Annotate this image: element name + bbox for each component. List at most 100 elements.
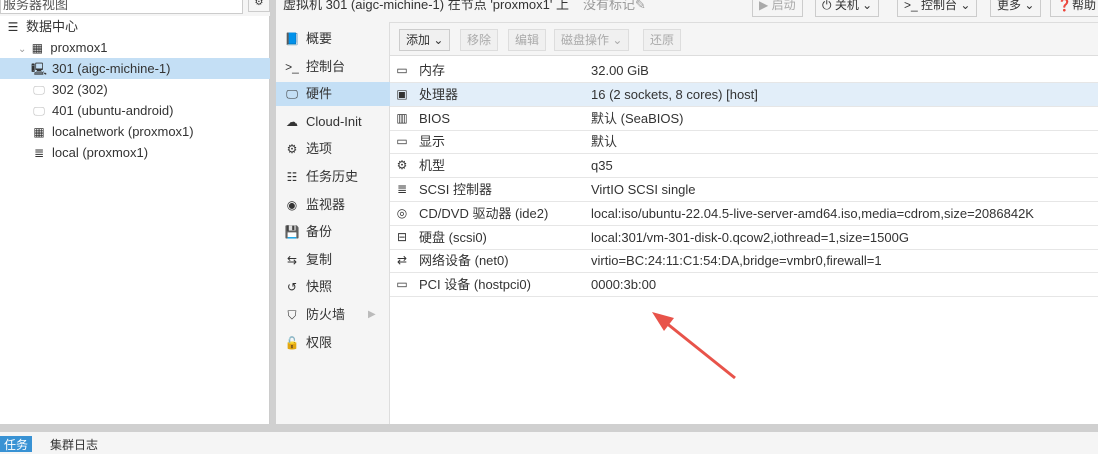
submenu-item[interactable]: ☁ Cloud-Init <box>276 110 390 134</box>
tree-node[interactable]: ⌄ ▦ proxmox1 <box>0 37 270 58</box>
resource-tree: ☰ 数据中心 ⌄ ▦ proxmox1 🖳 301 (aigc-michine-1) 🖵 302… <box>0 16 270 424</box>
annotation-arrow <box>652 312 736 380</box>
submenu-item[interactable]: ⛉ 防火墙 ▶ <box>276 303 390 327</box>
more-button[interactable]: 更多 ⌄ <box>990 0 1042 17</box>
submenu-item[interactable]: 🔓 权限 <box>276 331 390 355</box>
hardware-value: virtio=BC:24:11:C1:54:DA,bridge=vmbr0,fi… <box>591 253 882 269</box>
display-icon: ▭ <box>396 134 408 149</box>
hardware-row[interactable]: ≣ SCSI 控制器 VirtIO SCSI single <box>390 178 1098 202</box>
submenu-item[interactable]: >_ 控制台 <box>276 55 390 79</box>
hardware-row[interactable]: ▥ BIOS 默认 (SeaBIOS) <box>390 107 1098 131</box>
submenu-item[interactable]: 💾 备份 <box>276 220 390 244</box>
tree-node[interactable]: 🖳 301 (aigc-michine-1) <box>0 58 270 79</box>
tree-node-label: localnetwork (proxmox1) <box>52 124 194 139</box>
hardware-key: 硬盘 (scsi0) <box>419 229 487 245</box>
submenu-label: 硬件 <box>306 86 333 102</box>
pci-card-icon: ▭ <box>396 277 408 292</box>
tree-node-label: proxmox1 <box>50 40 108 55</box>
more-label: 更多 <box>997 0 1022 12</box>
submenu-item[interactable]: ⚙ 选项 <box>276 137 390 161</box>
tab-tasks[interactable]: 任务 <box>0 436 33 452</box>
hardware-row[interactable]: ⚙ 机型 q35 <box>390 154 1098 179</box>
submenu-item[interactable]: ⇆ 复制 <box>276 248 390 272</box>
hardware-row[interactable]: ▣ 处理器 16 (2 sockets, 8 cores) [host] <box>390 82 1098 107</box>
hardware-key: SCSI 控制器 <box>419 182 492 197</box>
submenu-label: 控制台 <box>306 58 346 74</box>
submenu-label: 概要 <box>306 31 333 46</box>
hardware-value: q35 <box>591 158 613 174</box>
hardware-key: BIOS <box>419 110 451 126</box>
tree-node[interactable]: 🖵 302 (302) <box>0 79 270 100</box>
hardware-row[interactable]: ▭ 显示 默认 <box>390 130 1098 155</box>
search-input[interactable]: 服务器视图 <box>0 0 243 14</box>
submenu-item[interactable]: ◉ 监视器 <box>276 193 390 217</box>
hardware-toolbar: 添加 ⌄ 移除 编辑 磁盘操作 ⌄ 还原 <box>390 23 1098 56</box>
submenu-label: Cloud-Init <box>306 113 362 129</box>
add-button[interactable]: 添加 ⌄ <box>399 29 451 51</box>
tree-node-label: 302 (302) <box>52 82 108 97</box>
monitor-icon: 🖵 <box>286 87 298 102</box>
disk-action-button[interactable]: 磁盘操作 ⌄ <box>554 29 630 51</box>
hardware-row[interactable]: ◎ CD/DVD 驱动器 (ide2) local:iso/ubuntu-22.04… <box>390 202 1098 226</box>
expand-chevron-icon[interactable]: ⌄ <box>18 44 26 55</box>
submenu-item[interactable]: 🖵 硬件 <box>276 82 390 107</box>
tree-node-label: 401 (ubuntu-android) <box>52 103 174 118</box>
help-button[interactable]: ❓帮助 <box>1050 0 1098 17</box>
floppy-icon: 💾 <box>284 225 300 240</box>
hardware-value: 32.00 GiB <box>591 63 649 78</box>
network-grid-icon: ▦ <box>33 125 45 139</box>
submenu-item[interactable]: ↺ 快照 <box>276 275 390 299</box>
help-label: 帮助 <box>1071 0 1096 12</box>
eye-icon: ◉ <box>286 197 298 212</box>
vm-running-icon: 🖳 <box>30 62 47 76</box>
cdrom-icon: ◎ <box>396 205 408 220</box>
tree-node[interactable]: ≣ local (proxmox1) <box>0 142 270 163</box>
submenu-label: 备份 <box>306 224 333 240</box>
hardware-key: CD/DVD 驱动器 (ide2) <box>419 205 549 221</box>
revert-button[interactable]: 还原 <box>643 29 682 51</box>
hardware-key: 网络设备 (net0) <box>419 253 509 269</box>
chip-icon: ▥ <box>396 110 408 125</box>
tree-node[interactable]: 🖵 401 (ubuntu-android) <box>0 100 270 121</box>
hardware-value: 默认 <box>591 134 618 150</box>
hardware-row[interactable]: ⇄ 网络设备 (net0) virtio=BC:24:11:C1:54:DA,bri… <box>390 249 1098 274</box>
edit-button[interactable]: 编辑 <box>508 29 547 51</box>
hardware-key: 机型 <box>419 158 446 174</box>
shutdown-button[interactable]: ⏻ 关机 ⌄ <box>815 0 880 17</box>
submenu-label: 快照 <box>306 279 333 295</box>
hardware-row[interactable]: ▭ PCI 设备 (hostpci0) 0000:3b:00 <box>390 273 1098 298</box>
vm-submenu: 📘 概要 >_ 控制台 🖵 硬件 ☁ Cloud-Init ⚙ 选项 ☷ 任务历史 ◉ 监视器 💾 备份 ⇆ 复制… <box>276 22 390 424</box>
console-button[interactable]: >_ 控制台 ⌄ <box>897 0 978 17</box>
tree-node-label: local (proxmox1) <box>52 145 149 160</box>
shield-icon: ⛉ <box>287 308 297 322</box>
page-title: 虚拟机 301 (aigc-michine-1) 在节点 'proxmox1' … <box>283 0 646 18</box>
vm-title: 虚拟机 301 (aigc-michine-1) 在节点 'proxmox1' … <box>283 0 569 12</box>
bottom-splitter[interactable] <box>0 424 1098 432</box>
tree-node[interactable]: ▦ localnetwork (proxmox1) <box>0 121 270 142</box>
list-icon: ☷ <box>286 170 298 184</box>
submenu-label: 选项 <box>306 141 333 157</box>
gear-icon[interactable]: ⚙ <box>248 0 270 12</box>
submenu-item[interactable]: 📘 概要 <box>276 27 390 51</box>
submenu-label: 防火墙 <box>306 307 346 322</box>
start-button[interactable]: ▶ 启动 <box>752 0 803 17</box>
datacenter-icon: ☰ <box>7 20 19 34</box>
hardware-key: 内存 <box>419 63 446 78</box>
submenu-item[interactable]: ☷ 任务历史 <box>276 165 390 189</box>
add-label: 添加 <box>406 33 431 47</box>
hardware-key: PCI 设备 (hostpci0) <box>419 277 531 293</box>
hdd-icon: ⊟ <box>396 229 408 244</box>
cogs-icon: ⚙ <box>396 158 408 173</box>
vm-stopped-icon: 🖵 <box>33 83 45 97</box>
tab-cluster-log[interactable]: 集群日志 <box>50 436 98 452</box>
remove-button[interactable]: 移除 <box>460 29 499 51</box>
submenu-label: 监视器 <box>306 196 346 212</box>
tags-edit[interactable]: 没有标记✎ <box>583 0 646 12</box>
hardware-row[interactable]: ⊟ 硬盘 (scsi0) local:301/vm-301-disk-0.qcow2… <box>390 226 1098 250</box>
hardware-row[interactable]: ▭ 内存 32.00 GiB <box>390 59 1098 83</box>
vm-stopped-icon: 🖵 <box>33 104 45 118</box>
memory-icon: ▭ <box>396 63 408 77</box>
tree-node[interactable]: ☰ 数据中心 <box>0 16 270 37</box>
history-icon: ↺ <box>286 280 298 295</box>
retweet-icon: ⇆ <box>286 252 298 267</box>
